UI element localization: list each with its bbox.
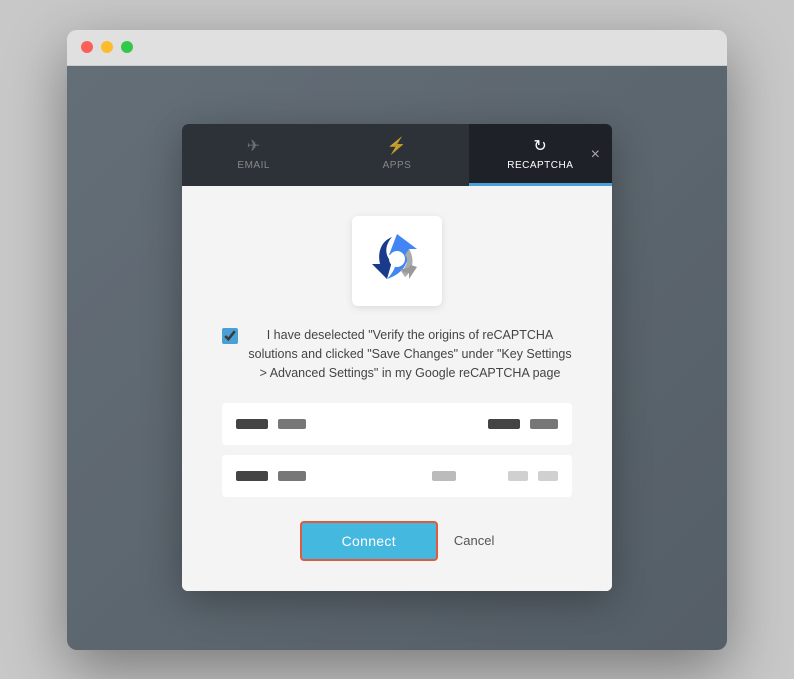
tab-apps-label: APPS bbox=[383, 160, 412, 171]
checkbox-label: I have deselected "Verify the origins of… bbox=[248, 326, 572, 382]
field-block-2a bbox=[236, 471, 268, 481]
connect-button[interactable]: Connect bbox=[300, 521, 438, 561]
tab-email[interactable]: ✈ EMAIL bbox=[182, 124, 325, 186]
modal-overlay: ✈ EMAIL ⚡ APPS ↻ RECAPTCHA × bbox=[67, 66, 727, 650]
browser-body: ✈ EMAIL ⚡ APPS ↻ RECAPTCHA × bbox=[67, 66, 727, 650]
tab-apps[interactable]: ⚡ APPS bbox=[325, 124, 468, 186]
verification-checkbox[interactable] bbox=[222, 328, 238, 344]
form-row-2 bbox=[222, 455, 572, 497]
tab-recaptcha-label: RECAPTCHA bbox=[507, 160, 573, 171]
field-block-2b bbox=[278, 471, 306, 481]
form-row-1 bbox=[222, 403, 572, 445]
apps-icon: ⚡ bbox=[387, 136, 407, 156]
field-block-1d bbox=[530, 419, 558, 429]
button-row: Connect Cancel bbox=[300, 521, 495, 561]
close-traffic-light[interactable] bbox=[81, 41, 93, 53]
email-icon: ✈ bbox=[247, 136, 261, 156]
verification-checkbox-area: I have deselected "Verify the origins of… bbox=[222, 326, 572, 382]
checkbox-wrapper[interactable] bbox=[222, 328, 238, 350]
browser-window: ✈ EMAIL ⚡ APPS ↻ RECAPTCHA × bbox=[67, 30, 727, 650]
field-block-2c bbox=[432, 471, 456, 481]
modal-close-button[interactable]: × bbox=[591, 147, 600, 163]
recaptcha-icon bbox=[367, 229, 427, 294]
modal-dialog: ✈ EMAIL ⚡ APPS ↻ RECAPTCHA × bbox=[182, 124, 612, 590]
cancel-button[interactable]: Cancel bbox=[454, 533, 494, 548]
field-block-1c bbox=[488, 419, 520, 429]
field-block-1a bbox=[236, 419, 268, 429]
minimize-traffic-light[interactable] bbox=[101, 41, 113, 53]
recaptcha-tab-icon: ↻ bbox=[533, 136, 547, 156]
form-section bbox=[222, 403, 572, 497]
recaptcha-logo bbox=[352, 216, 442, 306]
field-block-1b bbox=[278, 419, 306, 429]
maximize-traffic-light[interactable] bbox=[121, 41, 133, 53]
titlebar bbox=[67, 30, 727, 66]
field-block-2e bbox=[538, 471, 558, 481]
tab-email-label: EMAIL bbox=[237, 160, 270, 171]
field-block-2d bbox=[508, 471, 528, 481]
modal-body: I have deselected "Verify the origins of… bbox=[182, 186, 612, 590]
modal-tabs: ✈ EMAIL ⚡ APPS ↻ RECAPTCHA × bbox=[182, 124, 612, 186]
